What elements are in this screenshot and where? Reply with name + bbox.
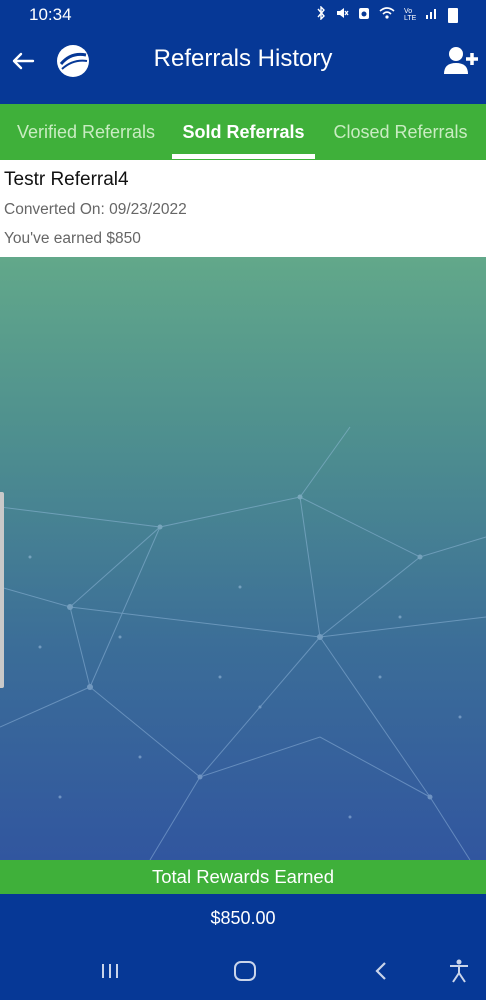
status-time: 10:34 (29, 5, 72, 24)
battery-icon (448, 7, 458, 23)
tab-selected-indicator (172, 154, 315, 159)
bluetooth-icon (316, 5, 326, 24)
status-bar: 10:34 Vo LTE (0, 0, 486, 30)
nav-back-button[interactable] (365, 956, 397, 986)
volte-icon: Vo LTE (404, 8, 417, 22)
system-nav-bar (0, 942, 486, 1000)
referral-converted-date: Converted On: 09/23/2022 (4, 201, 187, 218)
signal-icon (425, 6, 439, 24)
recent-apps-button[interactable] (94, 956, 126, 986)
background-network-image (0, 257, 486, 860)
recent-apps-icon (102, 964, 118, 978)
referral-name: Testr Referral4 (4, 169, 129, 190)
referral-list-item[interactable]: Testr Referral4 Converted On: 09/23/2022… (0, 160, 486, 257)
alarm-icon (358, 6, 370, 24)
app-header: Referrals History (0, 30, 486, 104)
referral-tabs: Verified Referrals Sold Referrals Closed… (0, 104, 486, 160)
mute-icon (335, 6, 349, 24)
back-icon (375, 962, 386, 980)
total-rewards-label: Total Rewards Earned (0, 860, 486, 894)
accessibility-button[interactable] (443, 956, 475, 986)
referral-earned-amount: You've earned $850 (4, 230, 141, 247)
total-rewards-amount: $850.00 (0, 894, 486, 942)
home-icon (234, 961, 256, 981)
tab-sold-referrals[interactable]: Sold Referrals (172, 104, 315, 160)
accessibility-icon (450, 959, 468, 983)
add-user-button[interactable] (444, 45, 478, 77)
status-icons: Vo LTE (316, 5, 458, 24)
tab-verified-referrals[interactable]: Verified Referrals (0, 104, 172, 160)
add-user-icon (444, 47, 478, 74)
edge-panel-handle[interactable] (0, 492, 4, 688)
home-button[interactable] (229, 956, 261, 986)
wifi-icon (379, 6, 395, 24)
tab-closed-referrals[interactable]: Closed Referrals (315, 104, 486, 160)
page-title: Referrals History (153, 45, 333, 72)
